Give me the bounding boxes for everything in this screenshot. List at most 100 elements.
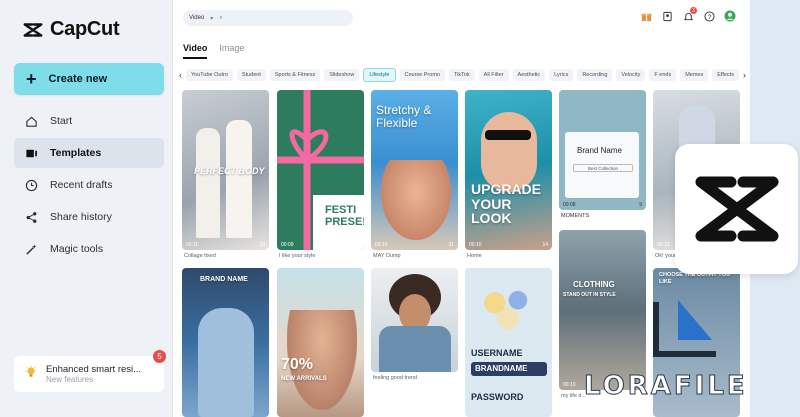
- card-overlay-text: FESTI PRESE!: [325, 204, 364, 229]
- card-duration: 00:08: [563, 202, 576, 208]
- chip-velocity[interactable]: Velocity: [616, 69, 646, 81]
- template-card[interactable]: 70% NEW ARRIVALS: [277, 268, 364, 417]
- card-caption: MAY Dump: [373, 253, 401, 259]
- template-card[interactable]: Stretchy & Flexible 00:10 31: [371, 90, 458, 250]
- sidebar-item-label: Magic tools: [50, 243, 104, 255]
- card-subtext: NEW ARRIVALS: [281, 376, 327, 382]
- card-caption: Home: [467, 253, 482, 259]
- type-select[interactable]: Video: [189, 15, 204, 21]
- template-card[interactable]: CLOTHING STAND OUT IN STYLE 00:10: [559, 230, 646, 390]
- sidebar-item-label: Templates: [50, 147, 102, 159]
- chip-youtube-outro[interactable]: YouTube Outro: [186, 69, 233, 81]
- template-card[interactable]: [371, 268, 458, 372]
- chip-aesthetic[interactable]: Aesthetic: [512, 69, 546, 81]
- card-overlay-text: PERFECT BODY: [194, 166, 265, 176]
- sidebar-item-start[interactable]: Start: [14, 106, 164, 136]
- media-tabs: Video Image: [183, 43, 244, 59]
- template-card[interactable]: USERNAME BRANDNAME PASSWORD: [465, 268, 552, 417]
- card-duration: 00:10: [469, 242, 482, 248]
- card-subtext: STAND OUT IN STYLE: [563, 292, 616, 298]
- template-icon: [24, 146, 38, 160]
- chip-memes[interactable]: Memes: [680, 69, 709, 81]
- card-count: 9: [639, 202, 642, 208]
- card-caption: Collage fixed: [184, 253, 216, 259]
- card-duration: 00:11: [186, 242, 199, 248]
- capcut-logo-icon: [23, 22, 43, 37]
- sidebar-item-magic-tools[interactable]: Magic tools: [14, 234, 164, 264]
- watermark-text: LORAFILE: [584, 371, 748, 402]
- chip-sports-fitness[interactable]: Sports & Fitness: [269, 69, 321, 81]
- sidebar-item-label: Start: [50, 115, 73, 127]
- promo-banner[interactable]: Enhanced smart resi... New features 5: [14, 350, 166, 392]
- capcut-badge-logo: [675, 144, 798, 274]
- card-duration: 00:12: [657, 242, 670, 248]
- plus-icon: +: [26, 69, 37, 89]
- app-name: CapCut: [50, 18, 120, 40]
- card-overlay-text: CLOTHING: [573, 280, 615, 289]
- card-caption: my life d...: [561, 393, 587, 399]
- card-duration: 00:09: [281, 242, 294, 248]
- sidebar-nav: Start Templates Recent drafts Share hist…: [14, 106, 164, 266]
- sidebar-item-label: Share history: [50, 211, 112, 223]
- card-count: 12: [354, 242, 360, 248]
- tab-image[interactable]: Image: [219, 43, 244, 59]
- sidebar-item-share-history[interactable]: Share history: [14, 202, 164, 232]
- card-overlay-text: BRAND NAME: [200, 276, 248, 283]
- chevron-right-icon[interactable]: ›: [743, 70, 746, 80]
- magic-wand-icon: [24, 242, 38, 256]
- lightbulb-icon: [24, 365, 38, 384]
- clock-icon: [24, 178, 38, 192]
- chip-tiktok[interactable]: TikTok: [448, 69, 475, 81]
- search-icon: ⌕: [219, 14, 223, 21]
- avatar[interactable]: [724, 10, 736, 22]
- card-count: 28: [259, 242, 265, 248]
- chip-lyrics[interactable]: Lyrics: [549, 69, 574, 81]
- chip-course-promo[interactable]: Course Promo: [399, 69, 445, 81]
- watermark-logo-icon: [653, 300, 716, 357]
- template-card[interactable]: BRAND NAME: [182, 268, 269, 417]
- create-new-button[interactable]: + Create new: [14, 63, 164, 95]
- card-duration: 00:10: [563, 382, 576, 388]
- card-caption: MOMENTS: [561, 213, 590, 219]
- top-icons: 3 ?: [640, 7, 736, 22]
- sidebar-item-label: Recent drafts: [50, 179, 113, 191]
- notification-badge: 3: [690, 7, 697, 14]
- tab-video[interactable]: Video: [183, 43, 208, 59]
- chip-lifestyle[interactable]: Lifestyle: [363, 68, 396, 82]
- chevron-down-icon: ▾: [210, 15, 214, 22]
- chip-effects[interactable]: Effects: [712, 69, 739, 81]
- chip-recording[interactable]: Recording: [577, 69, 613, 81]
- card-count: 14: [542, 242, 548, 248]
- app-logo[interactable]: CapCut: [22, 18, 120, 41]
- chip-slideshow[interactable]: Slideshow: [324, 69, 360, 81]
- card-overlay-text: USERNAME: [471, 348, 523, 358]
- promo-title: Enhanced smart resi...: [46, 364, 142, 375]
- sidebar-item-recent-drafts[interactable]: Recent drafts: [14, 170, 164, 200]
- card-count: 31: [448, 242, 454, 248]
- svg-text:?: ?: [707, 13, 711, 20]
- capcut-logo-icon: [695, 176, 778, 242]
- card-caption: I like your style: [279, 253, 316, 259]
- help-icon[interactable]: ?: [703, 10, 715, 22]
- promo-badge: 5: [153, 350, 166, 363]
- category-chips: ‹ YouTube Outro Student Sports & Fitness…: [179, 68, 746, 82]
- template-card[interactable]: FESTI PRESE! 00:09 12: [277, 90, 364, 250]
- sidebar-item-templates[interactable]: Templates: [14, 138, 164, 168]
- search-bar[interactable]: Video ▾ ⌕: [183, 10, 353, 26]
- chevron-left-icon[interactable]: ‹: [179, 70, 182, 80]
- user-icon[interactable]: [661, 10, 673, 22]
- share-icon: [24, 210, 38, 224]
- template-card[interactable]: PERFECT BODY 00:11 28: [182, 90, 269, 250]
- home-icon: [24, 114, 38, 128]
- template-card[interactable]: UPGRADE YOUR LOOK 00:10 14: [465, 90, 552, 250]
- chip-student[interactable]: Student: [236, 69, 266, 81]
- gift-icon[interactable]: [640, 10, 652, 22]
- chip-all-filter[interactable]: All Filter: [478, 69, 509, 81]
- template-card[interactable]: Brand Name Best Collection 00:08 9: [559, 90, 646, 210]
- card-subtext: Best Collection: [573, 164, 633, 172]
- chip-f-ends[interactable]: F ends: [649, 69, 677, 81]
- card-duration: 00:10: [375, 242, 388, 248]
- bell-icon[interactable]: 3: [682, 7, 697, 22]
- create-new-label: Create new: [48, 73, 108, 85]
- card-overlay-text: UPGRADE YOUR LOOK: [471, 181, 542, 227]
